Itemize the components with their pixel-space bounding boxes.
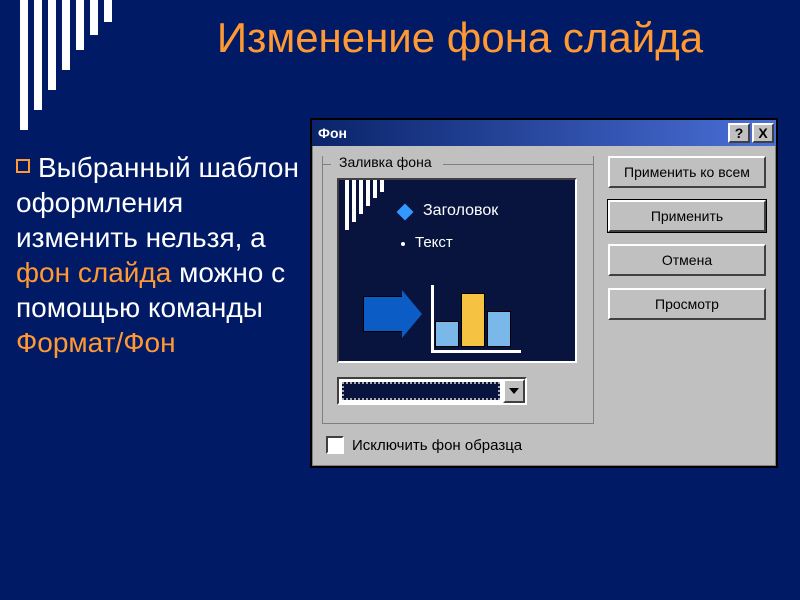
slide-body-text: Выбранный шаблон оформления изменить нел… [16, 150, 306, 360]
preview-body-text: Текст [415, 234, 453, 251]
preview-button[interactable]: Просмотр [608, 288, 766, 320]
checkbox-label: Исключить фон образца [352, 437, 522, 454]
dropdown-button[interactable] [503, 379, 525, 403]
slide-title: Изменение фона слайда [150, 14, 770, 62]
preview-stripes-icon [345, 180, 384, 230]
preview-heading: Заголовок [423, 202, 498, 220]
exclude-master-checkbox[interactable] [326, 436, 344, 454]
bullet-icon [16, 159, 30, 173]
selected-color-swatch [342, 382, 500, 400]
apply-button[interactable]: Применить [608, 200, 766, 232]
dot-bullet-icon [401, 242, 405, 246]
slide-corner-stripes [0, 0, 140, 130]
group-label: Заливка фона [335, 154, 436, 170]
dialog-title: Фон [318, 125, 347, 141]
arrow-shape-icon [363, 290, 422, 338]
diamond-bullet-icon [397, 204, 414, 221]
background-dialog: Фон ? X Заливка фона Заголовок Текст [310, 118, 778, 468]
color-dropdown[interactable] [337, 377, 527, 405]
fill-groupbox: Заливка фона Заголовок Текст [322, 156, 594, 424]
close-button[interactable]: X [752, 123, 774, 143]
dialog-titlebar[interactable]: Фон ? X [312, 120, 776, 146]
apply-all-button[interactable]: Применить ко всем [608, 156, 766, 188]
cancel-button[interactable]: Отмена [608, 244, 766, 276]
chevron-down-icon [509, 388, 519, 394]
help-button[interactable]: ? [728, 123, 750, 143]
slide-preview: Заголовок Текст [337, 178, 577, 363]
bar-chart-icon [435, 293, 511, 347]
